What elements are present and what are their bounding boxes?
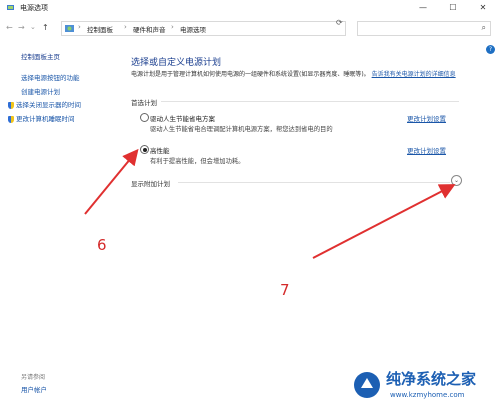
- arrow-to-expand-icon: [312, 184, 456, 259]
- annotation-label-6: 6: [97, 236, 107, 254]
- window: 电源选项 — ☐ ✕ ← → ⌄ ↑ › 控制面板 › 硬件和声音 › 电源选项…: [0, 0, 500, 409]
- watermark-title: 纯净系统之家: [386, 370, 477, 388]
- site-logo-icon: [354, 372, 380, 398]
- watermark: 纯净系统之家 www.kzmyhome.com: [342, 364, 500, 409]
- annotation-arrows: [84, 148, 456, 259]
- annotation-label-7: 7: [280, 281, 290, 299]
- arrow-to-high-performance: [84, 148, 139, 215]
- watermark-url: www.kzmyhome.com: [390, 391, 465, 399]
